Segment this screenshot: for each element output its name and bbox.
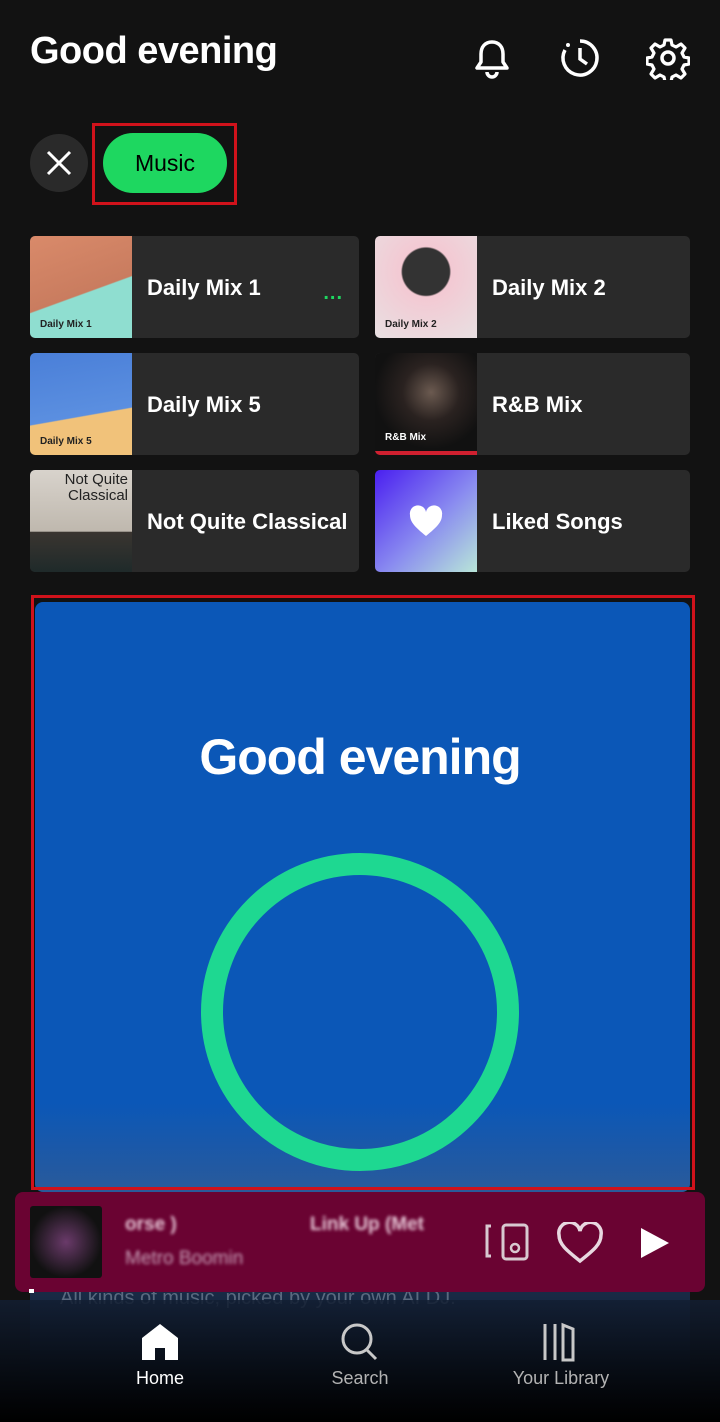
heart-icon <box>409 505 443 536</box>
home-icon <box>142 1324 178 1360</box>
play-icon[interactable] <box>639 1226 671 1260</box>
album-art: Not Quite Classical <box>30 470 132 572</box>
search-icon <box>341 1323 378 1361</box>
mini-player[interactable]: orse ) Link Up (Met Metro Boomin <box>15 1192 705 1293</box>
highlight-box <box>31 595 695 1190</box>
album-art: Daily Mix 2 <box>375 236 477 338</box>
now-playing-art <box>30 1206 102 1278</box>
shortcut-liked-songs[interactable]: Liked Songs <box>375 470 690 572</box>
more-icon[interactable]: ... <box>323 282 343 305</box>
chip-music[interactable]: Music <box>103 133 227 193</box>
gear-icon[interactable] <box>646 36 690 80</box>
shortcut-daily-mix-1[interactable]: Daily Mix 1 Daily Mix 1 ... <box>30 236 359 338</box>
shortcut-daily-mix-5[interactable]: Daily Mix 5 Daily Mix 5 <box>30 353 359 455</box>
clear-filter-button[interactable] <box>30 134 88 192</box>
album-art: Daily Mix 5 <box>30 353 132 455</box>
page-title: Good evening <box>30 30 278 72</box>
shortcut-not-quite-classical[interactable]: Not Quite Classical Not Quite Classical <box>30 470 359 572</box>
album-art: Daily Mix 1 <box>30 236 132 338</box>
shortcut-daily-mix-2[interactable]: Daily Mix 2 Daily Mix 2 <box>375 236 690 338</box>
nav-home[interactable]: Home <box>80 1322 240 1389</box>
history-icon[interactable] <box>558 36 602 80</box>
shortcut-rnb-mix[interactable]: R&B Mix R&B Mix <box>375 353 690 455</box>
heart-icon[interactable] <box>556 1222 604 1264</box>
library-icon <box>543 1322 575 1362</box>
connect-device-icon[interactable] <box>483 1222 531 1264</box>
progress-bar <box>29 1289 34 1293</box>
album-art: R&B Mix <box>375 353 477 455</box>
close-icon <box>46 150 72 176</box>
nav-your-library[interactable]: Your Library <box>481 1322 641 1389</box>
album-art <box>375 470 477 572</box>
nav-search[interactable]: Search <box>280 1322 440 1389</box>
bell-icon[interactable] <box>470 36 514 80</box>
